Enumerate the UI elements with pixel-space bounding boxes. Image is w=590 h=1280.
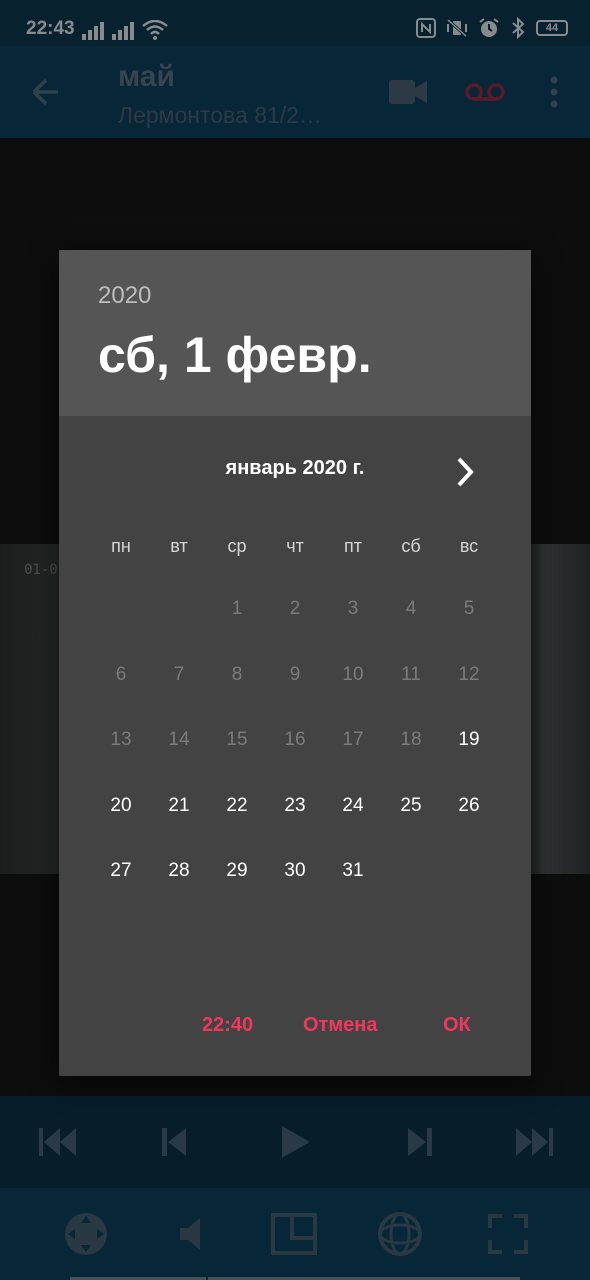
- weekday-label: вт: [170, 536, 188, 556]
- day-21[interactable]: 21: [150, 777, 208, 843]
- day-8: 8: [231, 663, 243, 685]
- chevron-right-icon: [457, 457, 474, 487]
- day-30[interactable]: 30: [266, 842, 324, 908]
- weekday-label: вс: [459, 536, 479, 556]
- date-picker-dialog: 2020 сб, 1 февр. январь 2020 г. пн вт ср чт…: [59, 250, 531, 1076]
- time-button[interactable]: 22:40: [202, 1014, 253, 1037]
- empty-day-cell: [92, 580, 150, 646]
- day-29[interactable]: 29: [208, 842, 266, 908]
- day-10: 10: [342, 663, 364, 685]
- day-12: 12: [458, 663, 480, 685]
- day-2: 2: [289, 598, 301, 619]
- day-13: 13: [110, 729, 132, 750]
- day-11: 11: [401, 663, 421, 685]
- weekday-label: сб: [401, 536, 421, 556]
- day-1: 1: [231, 598, 243, 619]
- day-24[interactable]: 24: [324, 777, 382, 843]
- weekday-label: ср: [227, 536, 247, 556]
- weekday-label: пн: [111, 536, 131, 556]
- day-9: 9: [289, 663, 301, 685]
- calendar-grid: 1 2 3 4 5 6 7 8 9 10 11 12 13 14 15 16 17 18 19 20 21 22 23 24 2…: [92, 580, 530, 908]
- day-31[interactable]: 31: [324, 842, 382, 908]
- day-20[interactable]: 20: [92, 777, 150, 843]
- date-picker-header: 2020 сб, 1 февр.: [59, 250, 531, 416]
- day-6: 6: [115, 663, 127, 685]
- day-22[interactable]: 22: [208, 777, 266, 843]
- day-5: 5: [463, 598, 475, 619]
- weekday-header-row: пн вт ср чт пт сб вс: [92, 536, 530, 557]
- day-3: 3: [347, 598, 359, 619]
- selected-date: сб, 1 февр.: [98, 327, 372, 383]
- day-7: 7: [173, 663, 185, 685]
- cancel-button[interactable]: Отмена: [303, 1014, 377, 1037]
- ok-button[interactable]: ОК: [443, 1014, 471, 1037]
- day-18: 18: [400, 729, 422, 750]
- dialog-actions: 22:40 Отмена ОК: [59, 1010, 531, 1050]
- day-23[interactable]: 23: [266, 777, 324, 843]
- year-selector[interactable]: 2020: [98, 282, 151, 310]
- weekday-label: чт: [286, 536, 304, 556]
- day-14: 14: [168, 729, 190, 750]
- day-26[interactable]: 26: [440, 777, 498, 843]
- day-16: 16: [284, 729, 306, 750]
- day-17: 17: [342, 729, 364, 750]
- day-28[interactable]: 28: [150, 842, 208, 908]
- day-25[interactable]: 25: [382, 777, 440, 843]
- weekday-label: пт: [344, 536, 362, 556]
- day-4: 4: [405, 598, 417, 619]
- day-15: 15: [226, 729, 248, 750]
- next-month-button[interactable]: [451, 454, 479, 490]
- day-27[interactable]: 27: [92, 842, 150, 908]
- day-19[interactable]: 19: [440, 711, 498, 777]
- empty-day-cell: [150, 580, 208, 646]
